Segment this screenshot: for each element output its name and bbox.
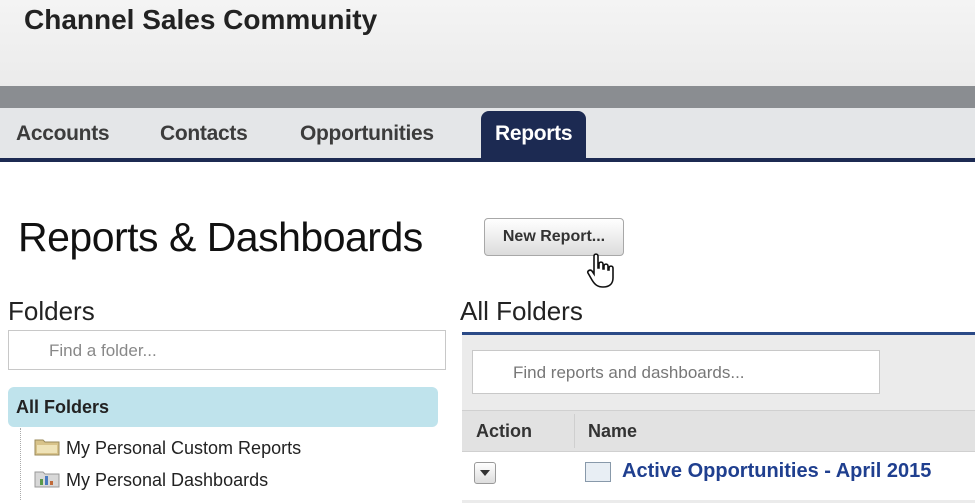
- hand-cursor-icon: [587, 253, 614, 288]
- report-link[interactable]: Active Opportunities - April 2015: [622, 460, 931, 483]
- all-folders-heading: All Folders: [460, 296, 583, 326]
- folder-item-all-folders[interactable]: All Folders: [8, 387, 438, 427]
- folder-icon: [34, 436, 60, 461]
- report-search-input[interactable]: Find reports and dashboards...: [472, 350, 880, 394]
- folder-search-placeholder: Find a folder...: [49, 341, 157, 360]
- column-name[interactable]: Name: [588, 421, 637, 442]
- folder-item-label: All Folders: [16, 397, 110, 417]
- report-search-placeholder: Find reports and dashboards...: [513, 363, 745, 382]
- tab-contacts[interactable]: Contacts: [160, 108, 248, 158]
- folder-item-dashboards[interactable]: My Personal Dashboards: [34, 468, 268, 492]
- report-icon: [585, 462, 611, 482]
- page-title: Reports & Dashboards: [18, 214, 423, 260]
- tab-bar: Accounts Contacts Opportunities Reports: [0, 108, 975, 162]
- folders-heading: Folders: [8, 296, 95, 326]
- tab-opportunities[interactable]: Opportunities: [300, 108, 434, 158]
- table-header: Action Name: [462, 410, 975, 452]
- site-header: Channel Sales Community: [0, 0, 975, 86]
- site-title: Channel Sales Community: [24, 4, 378, 35]
- new-report-button[interactable]: New Report...: [484, 218, 624, 256]
- row-action-dropdown[interactable]: [474, 462, 496, 484]
- folder-item-label: My Personal Custom Reports: [66, 438, 302, 458]
- header-divider: [0, 86, 975, 108]
- column-separator: [574, 414, 575, 448]
- folder-item-label: My Personal Dashboards: [66, 470, 269, 490]
- tab-reports[interactable]: Reports: [481, 111, 587, 161]
- tab-accounts[interactable]: Accounts: [16, 108, 110, 158]
- folder-item-custom-reports[interactable]: My Personal Custom Reports: [34, 436, 301, 460]
- folder-search-input[interactable]: Find a folder...: [8, 330, 446, 370]
- column-action: Action: [476, 421, 532, 441]
- dashboard-folder-icon: [34, 468, 60, 493]
- folder-tree-line: [20, 428, 22, 500]
